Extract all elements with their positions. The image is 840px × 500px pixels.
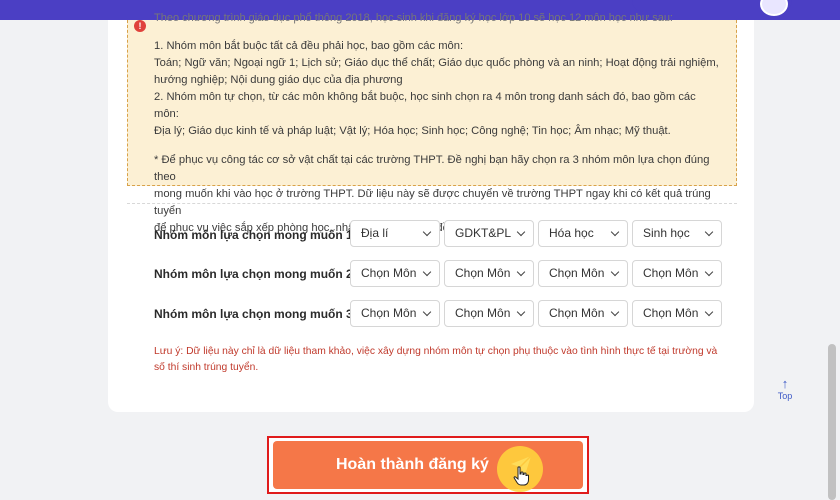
chevron-down-icon <box>610 267 620 277</box>
group-1-subject-2-select[interactable]: GDKT&PL <box>444 220 534 247</box>
group-2-subject-2-select[interactable]: Chọn Môn <box>444 260 534 287</box>
subject-info-notice: ! Theo chương trình giáo dục phổ thông 2… <box>127 12 737 234</box>
select-value: Chọn Môn <box>643 306 699 320</box>
select-value: Địa lí <box>361 226 389 240</box>
group-1-subject-3-select[interactable]: Hóa học <box>538 220 628 247</box>
group-2-subject-3-select[interactable]: Chọn Môn <box>538 260 628 287</box>
select-value: Hóa học <box>549 226 594 240</box>
note-line: Lưu ý: Dữ liệu này chỉ là dữ liệu tham k… <box>154 346 718 357</box>
chevron-down-icon <box>516 267 526 277</box>
hand-pointer-icon <box>513 466 529 486</box>
arrow-up-icon: ↑ <box>781 376 789 391</box>
page-scrollbar[interactable] <box>828 344 836 500</box>
notice-line: 1. Nhóm môn bắt buộc tất cả đều phải học… <box>154 40 464 52</box>
select-value: Chọn Môn <box>643 266 699 280</box>
chevron-down-icon <box>516 307 526 317</box>
group-1-label: Nhóm môn lựa chọn mong muốn 1: <box>154 228 357 242</box>
select-value: Chọn Môn <box>549 266 605 280</box>
group-2-subject-1-select[interactable]: Chọn Môn <box>350 260 440 287</box>
group-1-subject-1-select[interactable]: Địa lí <box>350 220 440 247</box>
select-value: Chọn Môn <box>549 306 605 320</box>
select-value: GDKT&PL <box>455 226 512 240</box>
select-value: Sinh học <box>643 226 690 240</box>
group-2-label: Nhóm môn lựa chọn mong muốn 2: <box>154 267 357 281</box>
complete-registration-label: Hoàn thành đăng ký <box>336 456 489 473</box>
note-line: số thí sinh trúng tuyển. <box>154 362 259 373</box>
notice-line: Toán; Ngữ văn; Ngoại ngữ 1; Lịch sử; Giá… <box>154 57 719 69</box>
notice-line: * Để phục vụ công tác cơ sở vật chất tại… <box>154 154 710 183</box>
group-3-subject-4-select[interactable]: Chọn Môn <box>632 300 722 327</box>
notice-line: Địa lý; Giáo dục kinh tế và pháp luật; V… <box>154 125 671 137</box>
notice-clipped-line: Theo chương trình giáo dục phổ thông 201… <box>154 12 673 24</box>
group-1-subject-4-select[interactable]: Sinh học <box>632 220 722 247</box>
chevron-down-icon <box>422 227 432 237</box>
group-3-subject-2-select[interactable]: Chọn Môn <box>444 300 534 327</box>
section-divider <box>127 203 737 204</box>
avatar[interactable] <box>760 0 788 16</box>
select-value: Chọn Môn <box>455 306 511 320</box>
chevron-down-icon <box>704 227 714 237</box>
notice-line: 2. Nhóm môn tự chọn, từ các môn không bắ… <box>154 91 696 120</box>
reference-note: Lưu ý: Dữ liệu này chỉ là dữ liệu tham k… <box>154 344 724 376</box>
scroll-to-top-label: Top <box>777 391 793 401</box>
chevron-down-icon <box>422 267 432 277</box>
select-value: Chọn Môn <box>361 306 417 320</box>
chevron-down-icon <box>422 307 432 317</box>
chevron-down-icon <box>516 227 526 237</box>
scroll-to-top-button[interactable]: ↑ Top <box>770 376 800 408</box>
chevron-down-icon <box>704 307 714 317</box>
warning-icon: ! <box>134 20 146 32</box>
chevron-down-icon <box>610 307 620 317</box>
group-3-subject-3-select[interactable]: Chọn Môn <box>538 300 628 327</box>
group-3-label: Nhóm môn lựa chọn mong muốn 3: <box>154 307 357 321</box>
notice-line: hướng nghiệp; Nội dung giáo dục của địa … <box>154 74 403 86</box>
group-2-subject-4-select[interactable]: Chọn Môn <box>632 260 722 287</box>
select-value: Chọn Môn <box>361 266 417 280</box>
select-value: Chọn Môn <box>455 266 511 280</box>
chevron-down-icon <box>610 227 620 237</box>
group-3-subject-1-select[interactable]: Chọn Môn <box>350 300 440 327</box>
chevron-down-icon <box>704 267 714 277</box>
